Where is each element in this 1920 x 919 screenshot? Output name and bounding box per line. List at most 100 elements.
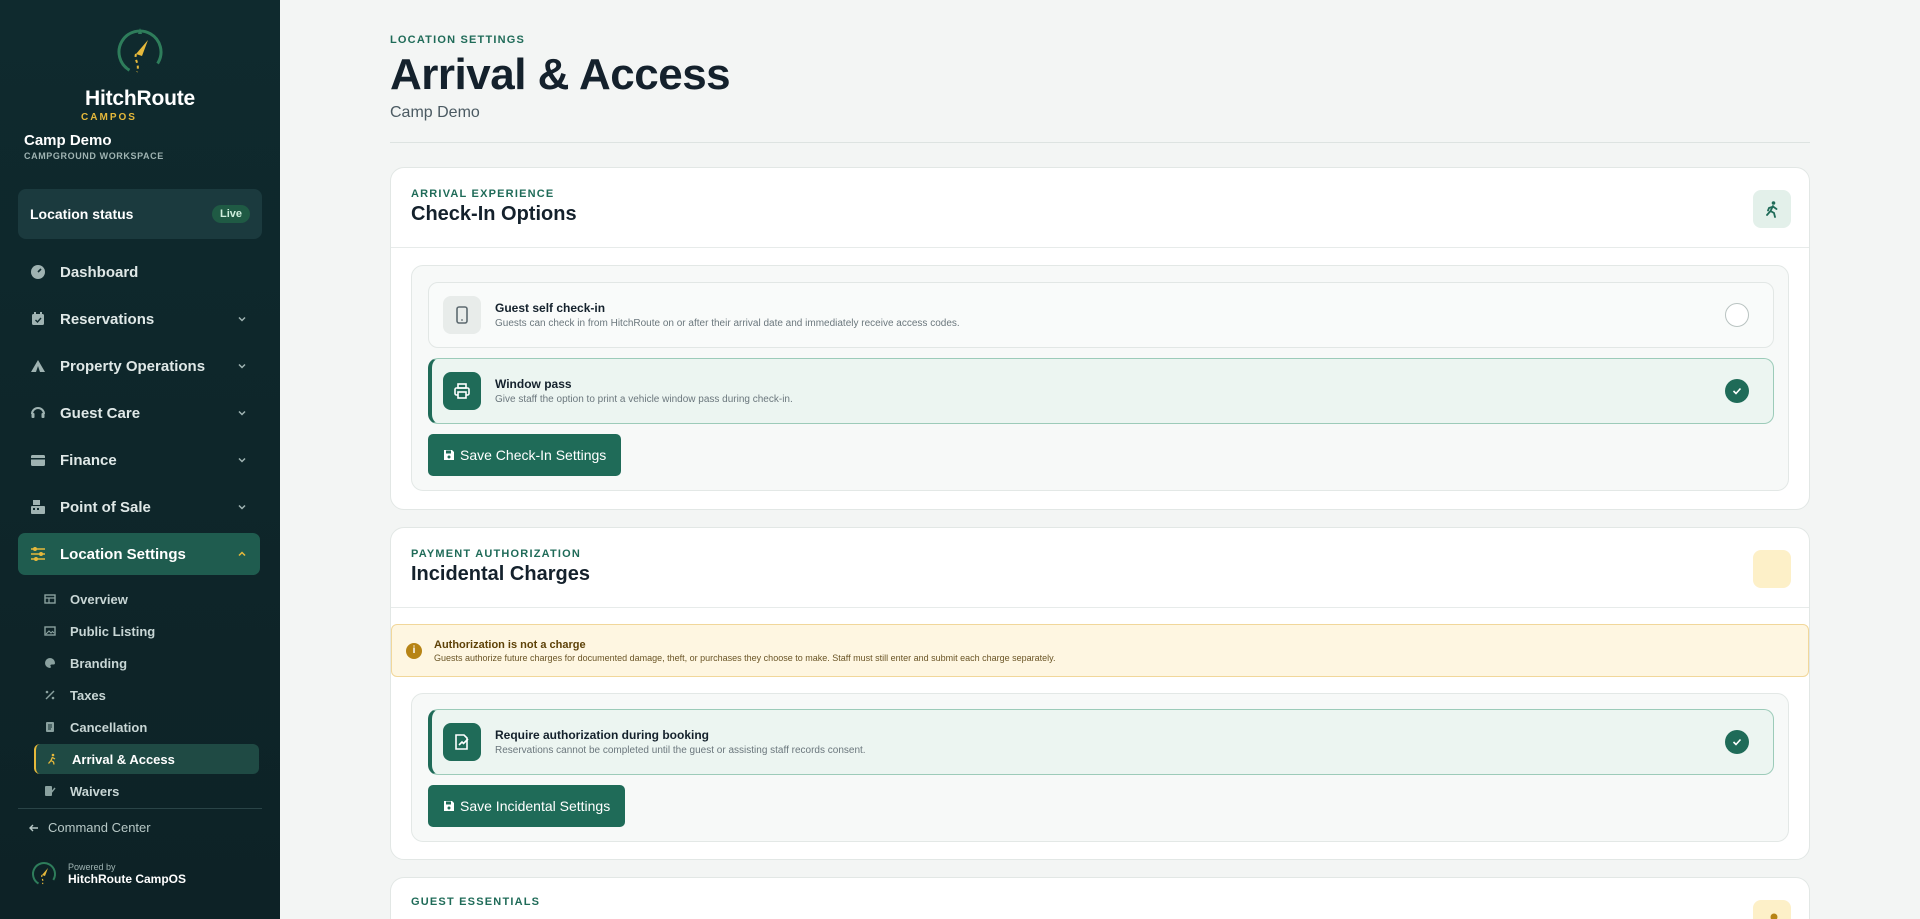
subnav-item-overview[interactable]: Overview xyxy=(34,584,259,614)
status-label: Location status xyxy=(30,206,134,222)
command-center-link[interactable]: Command Center xyxy=(28,820,151,835)
person-walking-icon xyxy=(1753,190,1791,228)
nav-label: Location Settings xyxy=(60,545,186,563)
location-settings-subnav: Overview Public Listing Branding Taxes C… xyxy=(34,584,259,808)
subnav-item-arrival-access[interactable]: Arrival & Access xyxy=(34,744,259,774)
button-label: Save Check-In Settings xyxy=(460,447,607,463)
checkmark-icon[interactable] xyxy=(1725,730,1749,754)
signature-icon xyxy=(44,785,56,797)
checkin-options-card: ARRIVAL EXPERIENCE Check-In Options Gues… xyxy=(390,167,1810,510)
brand-sub: CAMPOS xyxy=(81,112,137,123)
checkin-options-panel: Guest self check-in Guests can check in … xyxy=(411,265,1789,491)
subnav-label: Waivers xyxy=(70,783,120,799)
nav-item-dashboard[interactable]: Dashboard xyxy=(18,251,260,293)
page-title: Arrival & Access xyxy=(390,50,731,99)
floppy-disk-icon xyxy=(444,450,454,460)
chevron-up-icon xyxy=(238,551,246,557)
option-description: Guests can check in from HitchRoute on o… xyxy=(495,318,960,329)
nav-item-property-operations[interactable]: Property Operations xyxy=(18,345,260,387)
person-walking-icon xyxy=(46,753,58,765)
compass-logo-icon xyxy=(32,862,56,886)
subnav-label: Cancellation xyxy=(70,719,148,735)
alert-description: Guests authorize future charges for docu… xyxy=(434,652,1056,663)
option-guest-self-checkin[interactable]: Guest self check-in Guests can check in … xyxy=(428,282,1774,348)
location-status-card: Location status Live xyxy=(18,189,262,239)
workspace-name: Camp Demo xyxy=(24,132,112,149)
save-incidental-settings-button[interactable]: Save Incidental Settings xyxy=(428,785,626,827)
option-description: Give staff the option to print a vehicle… xyxy=(495,394,793,405)
main-nav: Dashboard Reservations Property Operatio… xyxy=(18,251,260,580)
powered-by-name: HitchRoute CampOS xyxy=(68,872,187,886)
nav-label: Dashboard xyxy=(60,263,139,281)
subnav-item-cancellation[interactable]: Cancellation xyxy=(34,712,259,742)
subnav-item-branding[interactable]: Branding xyxy=(34,648,259,678)
sidebar: HitchRoute CAMPOS Camp Demo CAMPGROUND W… xyxy=(0,0,280,919)
brand-logo[interactable]: HitchRoute CAMPOS xyxy=(0,24,280,123)
floppy-disk-icon xyxy=(444,801,454,811)
brand-name: HitchRoute xyxy=(85,87,195,110)
gauge-icon xyxy=(30,264,46,280)
subnav-label: Arrival & Access xyxy=(72,751,175,767)
subnav-item-waivers[interactable]: Waivers xyxy=(34,776,259,806)
checkmark-icon[interactable] xyxy=(1725,379,1749,403)
subnav-item-public-listing[interactable]: Public Listing xyxy=(34,616,259,646)
nav-label: Point of Sale xyxy=(60,498,151,516)
option-description: Reservations cannot be completed until t… xyxy=(495,745,866,756)
subnav-label: Public Listing xyxy=(70,623,156,639)
card-header: ARRIVAL EXPERIENCE Check-In Options xyxy=(391,168,1809,248)
option-toggle-unchecked[interactable] xyxy=(1725,303,1749,327)
subnav-label: Taxes xyxy=(70,687,106,703)
nav-item-reservations[interactable]: Reservations xyxy=(18,298,260,340)
palette-icon xyxy=(44,657,56,669)
credit-card-icon xyxy=(1753,550,1791,588)
option-title: Window pass xyxy=(495,377,572,391)
wallet-icon xyxy=(30,452,46,468)
subnav-item-taxes[interactable]: Taxes xyxy=(34,680,259,710)
card-title: Check-In Options xyxy=(411,203,577,225)
title-divider xyxy=(390,142,1810,143)
nav-item-guest-care[interactable]: Guest Care xyxy=(18,392,260,434)
tent-icon xyxy=(30,358,46,374)
incidental-charges-card: PAYMENT AUTHORIZATION Incidental Charges… xyxy=(390,527,1810,860)
card-header: PAYMENT AUTHORIZATION Incidental Charges xyxy=(391,528,1809,608)
option-window-pass[interactable]: Window pass Give staff the option to pri… xyxy=(428,358,1774,424)
chevron-down-icon xyxy=(238,504,246,510)
nav-item-finance[interactable]: Finance xyxy=(18,439,260,481)
chevron-down-icon xyxy=(238,316,246,322)
info-icon: i xyxy=(406,642,422,659)
nav-item-location-settings[interactable]: Location Settings xyxy=(18,533,260,575)
table-icon xyxy=(44,593,56,605)
chevron-down-icon xyxy=(238,457,246,463)
guest-essentials-card: GUEST ESSENTIALS xyxy=(390,877,1810,919)
alert-title: Authorization is not a charge xyxy=(434,638,586,651)
page-eyebrow: LOCATION SETTINGS xyxy=(390,34,526,46)
button-label: Save Incidental Settings xyxy=(460,798,611,814)
powered-by-label: Powered by xyxy=(68,862,116,872)
save-checkin-settings-button[interactable]: Save Check-In Settings xyxy=(428,434,622,476)
nav-label: Guest Care xyxy=(60,404,141,422)
authorization-alert: i Authorization is not a charge Guests a… xyxy=(391,624,1809,677)
printer-icon xyxy=(443,372,481,410)
subnav-label: Overview xyxy=(70,591,128,607)
chevron-down-icon xyxy=(238,410,246,416)
nav-label: Property Operations xyxy=(60,357,206,375)
command-center-label: Command Center xyxy=(48,820,151,835)
sidebar-divider xyxy=(18,808,262,809)
document-icon xyxy=(44,721,56,733)
arrow-left-icon xyxy=(29,824,38,831)
option-require-authorization[interactable]: Require authorization during booking Res… xyxy=(428,709,1774,775)
key-icon xyxy=(1753,900,1791,919)
headset-icon xyxy=(30,405,46,421)
mobile-phone-icon xyxy=(443,296,481,334)
image-icon xyxy=(44,625,56,637)
workspace-sub: CAMPGROUND WORKSPACE xyxy=(24,151,164,161)
card-eyebrow: GUEST ESSENTIALS xyxy=(411,896,541,908)
powered-by: Powered by HitchRoute CampOS xyxy=(30,860,186,888)
page-subtitle: Camp Demo xyxy=(390,104,480,121)
register-icon xyxy=(30,499,46,515)
card-eyebrow: PAYMENT AUTHORIZATION xyxy=(411,548,582,560)
nav-item-point-of-sale[interactable]: Point of Sale xyxy=(18,486,260,528)
incidental-options-panel: Require authorization during booking Res… xyxy=(411,693,1789,842)
sliders-icon xyxy=(30,546,46,562)
workspace: Camp Demo CAMPGROUND WORKSPACE xyxy=(24,132,164,161)
